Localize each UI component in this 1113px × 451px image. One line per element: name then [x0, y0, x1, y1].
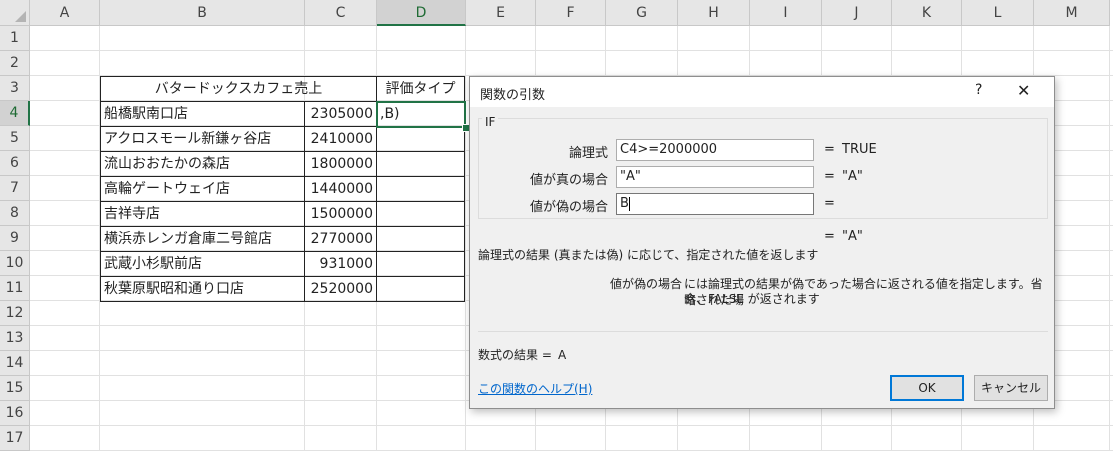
store-name-cell[interactable]: 武蔵小杉駅前店 — [100, 251, 305, 277]
row-header-13[interactable]: 13 — [0, 326, 30, 351]
eval-type-cell[interactable] — [376, 126, 465, 152]
eval-type-cell[interactable] — [376, 176, 465, 202]
dialog-title: 関数の引数 — [480, 88, 546, 103]
store-name-cell[interactable]: 船橋駅南口店 — [100, 101, 305, 127]
sales-value-cell[interactable]: 1800000 — [304, 151, 377, 177]
row-header-11[interactable]: 11 — [0, 276, 30, 301]
column-header-l[interactable]: L — [962, 0, 1034, 26]
column-header-b[interactable]: B — [100, 0, 305, 26]
select-all-corner[interactable] — [0, 0, 30, 26]
eval-type-cell[interactable] — [376, 151, 465, 177]
sales-value-cell[interactable]: 2305000 — [304, 101, 377, 127]
row-header-4[interactable]: 4 — [0, 101, 30, 126]
gridline-vertical — [465, 26, 466, 450]
eq-sign: = — [824, 229, 835, 244]
store-name-cell[interactable]: 吉祥寺店 — [100, 201, 305, 227]
column-header-h[interactable]: H — [678, 0, 750, 26]
eval-type-cell[interactable] — [376, 201, 465, 227]
sales-value-cell[interactable]: 1500000 — [304, 201, 377, 227]
active-cell-content: ,B) — [380, 106, 400, 122]
arg-result-value-if-true: "A" — [842, 169, 863, 184]
row-header-6[interactable]: 6 — [0, 151, 30, 176]
logical-test-input[interactable]: C4>=2000000 ⬆ — [616, 139, 814, 161]
column-header-g[interactable]: G — [606, 0, 678, 26]
sales-value-cell[interactable]: 1440000 — [304, 176, 377, 202]
eval-type-cell[interactable] — [376, 276, 465, 302]
eval-type-cell[interactable] — [376, 226, 465, 252]
value-if-true-input[interactable]: "A" ⬆ — [616, 166, 814, 188]
store-name-cell[interactable]: 横浜赤レンガ倉庫二号館店 — [100, 226, 305, 252]
function-arguments-dialog: 関数の引数 ? ✕ IF 論理式 C4>=2000000 ⬆ = TRUE 値が… — [469, 76, 1055, 409]
row-header-10[interactable]: 10 — [0, 251, 30, 276]
close-icon[interactable]: ✕ — [1017, 81, 1030, 100]
text-caret — [628, 196, 630, 211]
eval-type-header-cell[interactable]: 評価タイプ — [376, 76, 465, 102]
sales-value-cell[interactable]: 931000 — [304, 251, 377, 277]
function-help-link[interactable]: この関数のヘルプ(H) — [478, 380, 592, 397]
eq-sign: = — [824, 196, 835, 211]
row-header-16[interactable]: 16 — [0, 401, 30, 426]
table-title-cell[interactable]: バタードックスカフェ売上 — [100, 76, 377, 102]
eq-sign: = — [824, 142, 835, 157]
column-header-i[interactable]: I — [750, 0, 822, 26]
row-header-9[interactable]: 9 — [0, 226, 30, 251]
gridline-horizontal — [30, 425, 1113, 426]
arg-label-logical-test: 論理式 — [568, 146, 608, 161]
row-header-1[interactable]: 1 — [0, 26, 30, 51]
cancel-button[interactable]: キャンセル — [974, 375, 1048, 401]
column-header-k[interactable]: K — [892, 0, 962, 26]
store-name-cell[interactable]: 流山おおたかの森店 — [100, 151, 305, 177]
help-question-icon[interactable]: ? — [975, 82, 982, 98]
column-header-m[interactable]: M — [1034, 0, 1110, 26]
row-header-12[interactable]: 12 — [0, 301, 30, 326]
row-header-7[interactable]: 7 — [0, 176, 30, 201]
sales-value-cell[interactable]: 2770000 — [304, 226, 377, 252]
function-name: IF — [482, 115, 499, 129]
column-header-j[interactable]: J — [822, 0, 892, 26]
function-description: 論理式の結果 (真または偽) に応じて、指定された値を返します — [478, 248, 819, 262]
param-name: 値が偽の場合 — [609, 277, 682, 291]
store-name-cell[interactable]: 秋葉原駅昭和通り口店 — [100, 276, 305, 302]
value-if-false-input[interactable]: B ⬆ — [616, 193, 814, 215]
row-header-2[interactable]: 2 — [0, 51, 30, 76]
formula-result-value: A — [558, 348, 567, 362]
column-header-f[interactable]: F — [536, 0, 606, 26]
arg-result-logical-test: TRUE — [842, 142, 877, 157]
gridline-vertical — [1109, 26, 1110, 450]
store-name-cell[interactable]: アクロスモール新鎌ヶ谷店 — [100, 126, 305, 152]
row-header-14[interactable]: 14 — [0, 351, 30, 376]
arg-label-value-if-true: 値が真の場合 — [529, 173, 608, 188]
row-header-15[interactable]: 15 — [0, 376, 30, 401]
param-description-line2: 合、FALSE が返されます — [684, 292, 820, 306]
ok-button[interactable]: OK — [890, 375, 964, 401]
gridline-horizontal — [30, 50, 1113, 51]
store-name-cell[interactable]: 高輪ゲートウェイ店 — [100, 176, 305, 202]
row-header-8[interactable]: 8 — [0, 201, 30, 226]
column-header-a[interactable]: A — [30, 0, 100, 26]
formula-result-label: 数式の結果 = — [478, 348, 552, 362]
sales-value-cell[interactable]: 2520000 — [304, 276, 377, 302]
column-header-e[interactable]: E — [466, 0, 536, 26]
dialog-title-bar[interactable]: 関数の引数 ? ✕ — [470, 77, 1054, 107]
row-header-5[interactable]: 5 — [0, 126, 30, 151]
row-header-17[interactable]: 17 — [0, 426, 30, 451]
eq-sign: = — [824, 169, 835, 184]
function-result-value: "A" — [842, 229, 863, 244]
sales-value-cell[interactable]: 2410000 — [304, 126, 377, 152]
divider — [478, 331, 1048, 332]
column-header-d[interactable]: D — [377, 0, 466, 26]
row-header-3[interactable]: 3 — [0, 76, 30, 101]
eval-type-cell[interactable] — [376, 251, 465, 277]
arg-label-value-if-false: 値が偽の場合 — [529, 200, 608, 215]
column-header-c[interactable]: C — [305, 0, 377, 26]
